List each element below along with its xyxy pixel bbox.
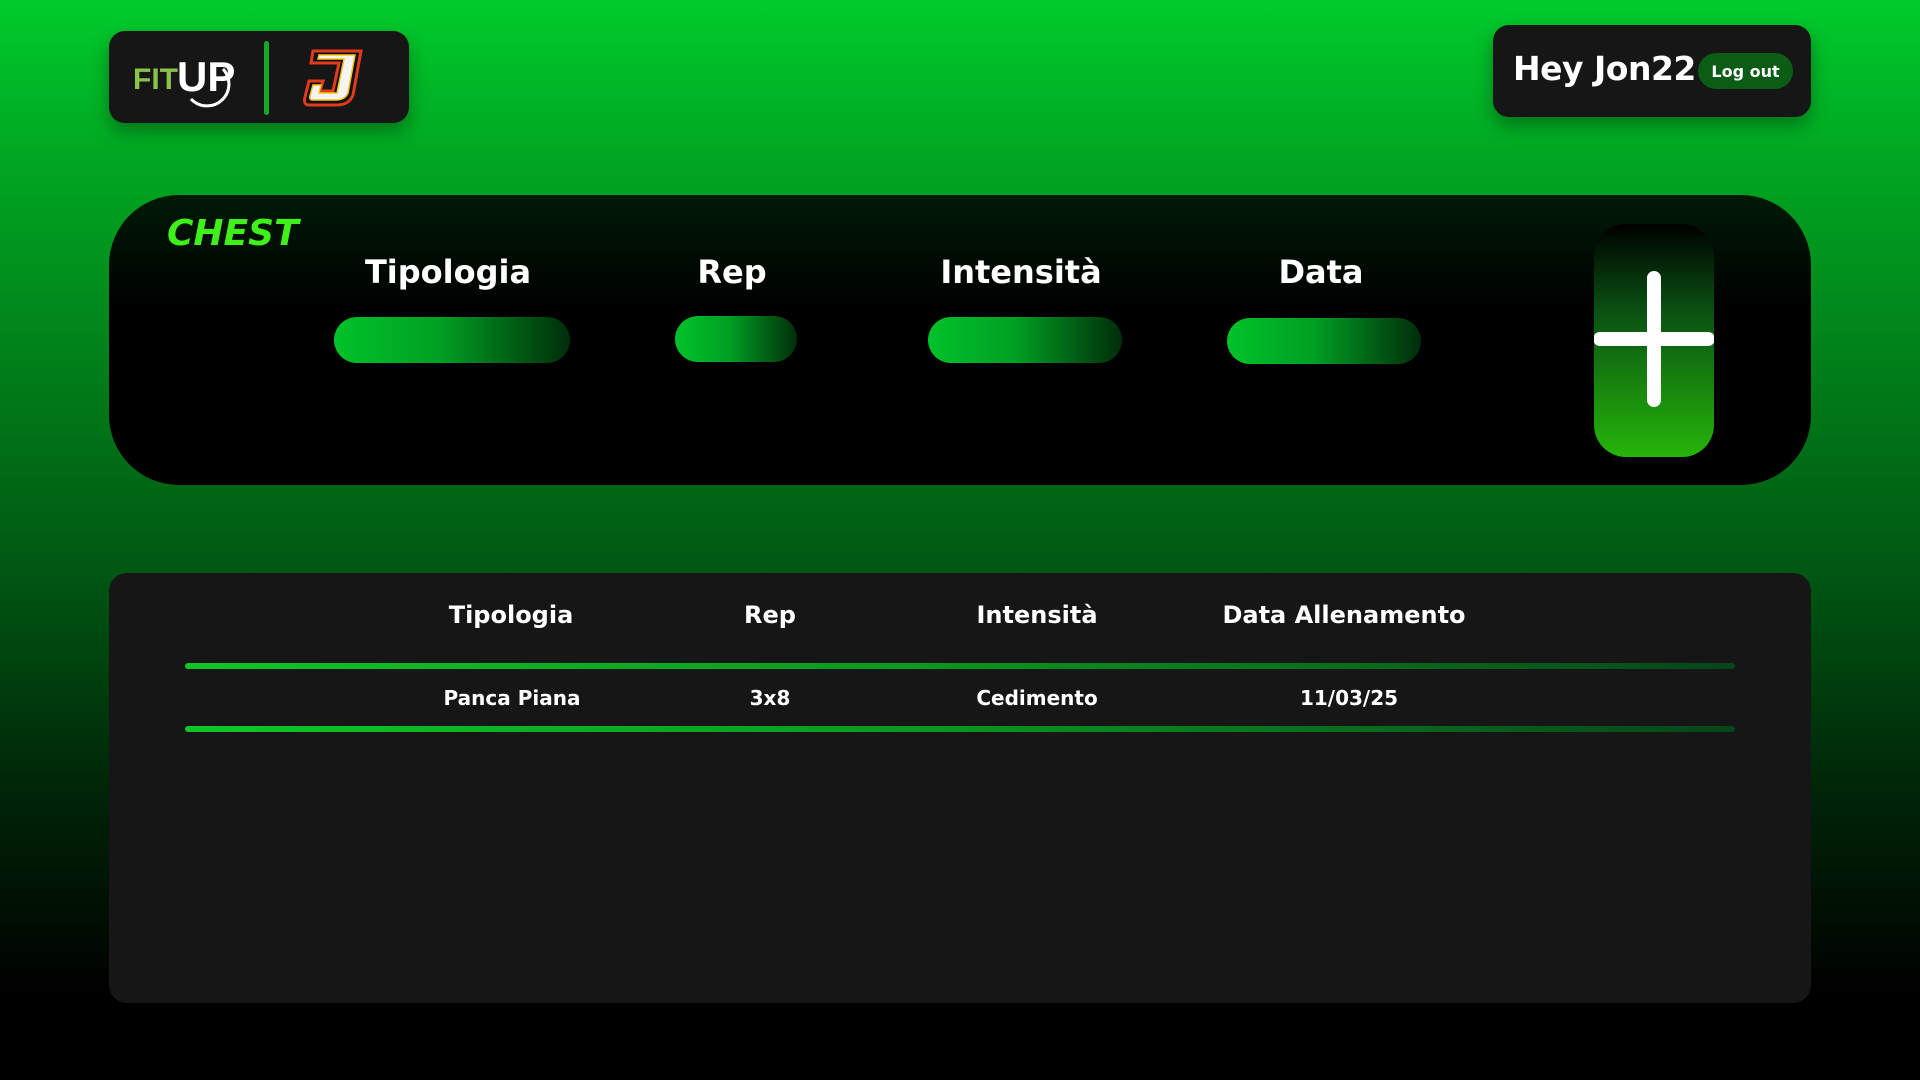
data-input[interactable]: [1227, 318, 1421, 364]
intensita-input[interactable]: [928, 317, 1122, 363]
table-row-divider: [185, 726, 1735, 732]
rep-label: Rep: [697, 253, 767, 291]
table-header-divider: [185, 663, 1735, 669]
logout-button[interactable]: Log out: [1698, 53, 1793, 89]
rep-input[interactable]: [675, 316, 797, 362]
section-title: CHEST: [167, 213, 299, 254]
intensita-label: Intensità: [940, 253, 1102, 291]
fitup-logo: FIT UP: [133, 53, 235, 108]
user-card: Hey Jon22 Log out: [1493, 25, 1811, 117]
logo-separator: [264, 41, 269, 115]
cell-rep: 3x8: [749, 686, 791, 710]
column-header-data-allenamento: Data Allenamento: [1222, 601, 1466, 629]
tipologia-input[interactable]: [334, 317, 570, 363]
cell-tipologia: Panca Piana: [443, 686, 581, 710]
add-exercise-button[interactable]: [1594, 224, 1714, 457]
column-header-rep: Rep: [744, 601, 796, 629]
data-label: Data: [1278, 253, 1364, 291]
tipologia-label: Tipologia: [364, 253, 532, 291]
workout-table: Tipologia Rep Intensità Data Allenamento…: [109, 573, 1811, 1003]
exercise-form-panel: CHEST Tipologia Rep Intensità Data: [109, 195, 1811, 485]
fitup-logo-fit: FIT: [133, 63, 178, 96]
logo-card: FIT UP: [109, 31, 409, 123]
plus-icon: [1594, 271, 1714, 407]
column-header-intensita: Intensità: [976, 601, 1098, 629]
brand-j-logo: [303, 49, 363, 107]
column-header-tipologia: Tipologia: [448, 601, 574, 629]
cell-data-allenamento: 11/03/25: [1299, 686, 1399, 710]
user-greeting: Hey Jon22: [1513, 49, 1696, 88]
cell-intensita: Cedimento: [976, 686, 1098, 710]
